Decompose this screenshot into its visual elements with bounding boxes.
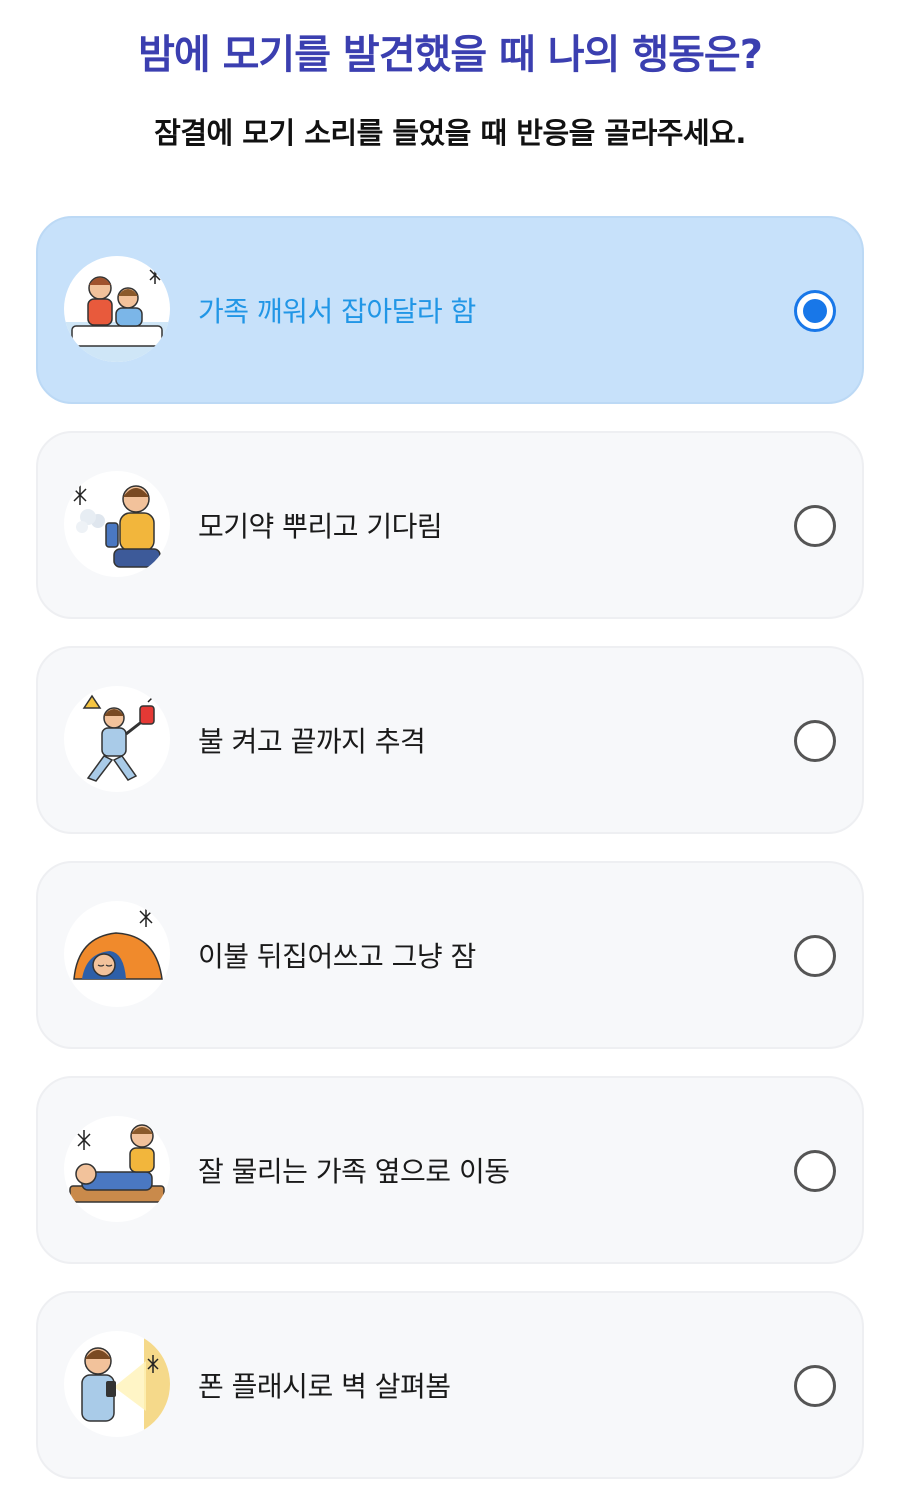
answer-option-label: 불 켜고 끝까지 추격: [198, 725, 426, 758]
answer-option-6[interactable]: 폰 플래시로 벽 살펴봄: [36, 1291, 864, 1479]
radio-button[interactable]: [794, 505, 836, 547]
radio-button[interactable]: [794, 1150, 836, 1192]
question-title: 밤에 모기를 발견했을 때 나의 행동은?: [138, 32, 763, 78]
answer-option-2[interactable]: 모기약 뿌리고 기다림: [36, 431, 864, 619]
answer-options-list: 가족 깨워서 잡아달라 함 모기약 뿌리고 기다림 불 켜고 끝까지 추격 이불…: [36, 216, 864, 1506]
answer-option-3[interactable]: 불 켜고 끝까지 추격: [36, 646, 864, 834]
move-beside-family-icon: [64, 1116, 170, 1222]
chasing-mosquito-icon: [64, 686, 170, 792]
question-subtitle: 잠결에 모기 소리를 들었을 때 반응을 골라주세요.: [154, 116, 746, 150]
answer-option-label: 폰 플래시로 벽 살펴봄: [198, 1370, 451, 1403]
answer-option-label: 가족 깨워서 잡아달라 함: [198, 295, 476, 328]
radio-button[interactable]: [794, 290, 836, 332]
radio-button[interactable]: [794, 720, 836, 762]
answer-option-5[interactable]: 잘 물리는 가족 옆으로 이동: [36, 1076, 864, 1264]
quiz-page: 밤에 모기를 발견했을 때 나의 행동은? 잠결에 모기 소리를 들었을 때 반…: [0, 0, 900, 1510]
mosquito-spray-icon: [64, 471, 170, 577]
phone-flashlight-icon: [64, 1331, 170, 1437]
blanket-sleep-icon: [64, 901, 170, 1007]
answer-option-label: 이불 뒤집어쓰고 그냥 잠: [198, 940, 476, 973]
answer-option-label: 모기약 뿌리고 기다림: [198, 510, 443, 543]
family-waking-mosquito-icon: [64, 256, 170, 362]
radio-button[interactable]: [794, 1365, 836, 1407]
radio-selected-dot: [803, 299, 827, 323]
answer-option-1[interactable]: 가족 깨워서 잡아달라 함: [36, 216, 864, 404]
radio-button[interactable]: [794, 935, 836, 977]
answer-option-4[interactable]: 이불 뒤집어쓰고 그냥 잠: [36, 861, 864, 1049]
answer-option-label: 잘 물리는 가족 옆으로 이동: [198, 1155, 510, 1188]
